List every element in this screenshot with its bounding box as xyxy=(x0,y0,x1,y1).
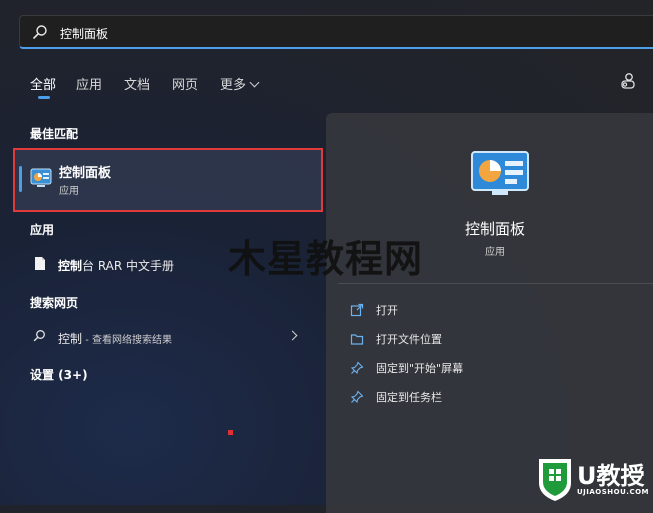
action-open-label: 打开 xyxy=(376,304,398,317)
red-marker xyxy=(228,430,233,435)
tab-more-label: 更多 xyxy=(220,78,247,93)
detail-divider xyxy=(338,283,653,284)
action-open-file-location[interactable]: 打开文件位置 xyxy=(350,331,442,347)
tab-more[interactable]: 更多 xyxy=(220,74,260,93)
best-match-result[interactable]: 控制面板 应用 xyxy=(13,148,323,212)
settings-heading[interactable]: 设置 (3+) xyxy=(30,366,88,383)
tab-apps[interactable]: 应用 xyxy=(76,74,102,93)
selection-indicator xyxy=(19,166,22,192)
pin-icon xyxy=(350,361,364,375)
account-icon[interactable] xyxy=(619,72,637,90)
tab-active-indicator xyxy=(38,96,50,99)
control-panel-icon xyxy=(471,151,529,195)
best-match-name: 控制面板 xyxy=(59,166,112,181)
web-search-query: 控制 xyxy=(58,332,83,346)
app-result-match: 控制 xyxy=(58,259,83,273)
chevron-down-icon xyxy=(249,77,260,88)
document-icon xyxy=(35,257,45,270)
action-pin-start-label: 固定到"开始"屏幕 xyxy=(376,362,464,375)
search-icon xyxy=(33,25,47,39)
app-result-rest: 台 RAR 中文手册 xyxy=(82,259,175,273)
best-match-heading: 最佳匹配 xyxy=(30,127,79,141)
web-search-result[interactable]: 控制 - 查看网络搜索结果 xyxy=(58,330,172,347)
detail-title-text: 控制面板 xyxy=(464,220,525,238)
control-panel-icon xyxy=(30,168,52,187)
folder-icon xyxy=(350,334,364,345)
watermark: 木星教程网 xyxy=(228,237,424,281)
logo-subtext: UJIAOSHOU.COM xyxy=(577,488,650,496)
action-open[interactable]: 打开 xyxy=(350,302,398,318)
action-pin-start[interactable]: 固定到"开始"屏幕 xyxy=(350,360,463,376)
open-icon xyxy=(350,303,364,317)
detail-subtitle-text: 应用 xyxy=(485,247,505,258)
search-icon xyxy=(33,330,45,342)
apps-heading: 应用 xyxy=(30,223,55,237)
logo-text: U教授 xyxy=(577,462,645,490)
web-search-suffix: - 查看网络搜索结果 xyxy=(82,335,172,346)
best-match-type: 应用 xyxy=(59,186,79,197)
web-search-heading: 搜索网页 xyxy=(30,296,79,310)
tab-documents[interactable]: 文档 xyxy=(124,74,150,93)
chevron-right-icon[interactable] xyxy=(287,330,298,341)
search-box[interactable] xyxy=(19,15,653,49)
action-pin-taskbar[interactable]: 固定到任务栏 xyxy=(350,389,442,405)
pin-icon xyxy=(350,390,364,404)
logo-shield-icon xyxy=(539,459,571,501)
tab-all[interactable]: 全部 xyxy=(30,74,56,93)
search-input[interactable] xyxy=(58,22,622,44)
tab-web[interactable]: 网页 xyxy=(172,74,198,93)
action-pin-taskbar-label: 固定到任务栏 xyxy=(376,391,442,404)
app-result-rar-manual[interactable]: 控制台 RAR 中文手册 xyxy=(58,257,174,274)
action-open-file-location-label: 打开文件位置 xyxy=(376,333,442,346)
